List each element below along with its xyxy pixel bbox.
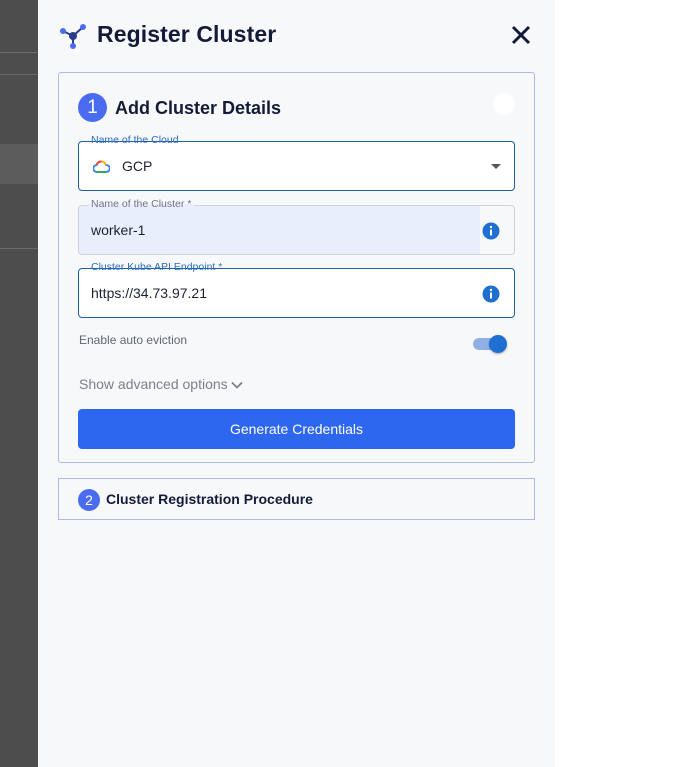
drawer-title: Register Cluster (97, 21, 277, 47)
info-icon[interactable] (482, 285, 500, 303)
step-status-indicator (493, 93, 515, 115)
advanced-options-label: Show advanced options (79, 376, 228, 392)
auto-eviction-label: Enable auto eviction (79, 333, 188, 347)
drawer-header: Register Cluster (38, 0, 555, 72)
backdrop-divider (0, 52, 38, 53)
backdrop-selected-row (0, 144, 38, 184)
cluster-name-field[interactable]: Name of the Cluster * worker-1 (78, 198, 515, 255)
gcp-cloud-icon (93, 160, 110, 173)
api-endpoint-field[interactable]: Cluster Kube API Endpoint * https://34.7… (78, 261, 515, 318)
step-add-cluster-details: 1 Add Cluster Details Name of the Cloud … (58, 72, 535, 463)
backdrop-divider (0, 74, 38, 75)
toggle-knob[interactable] (489, 335, 507, 353)
cluster-logo-icon (60, 24, 86, 49)
caret-down-icon[interactable] (491, 164, 501, 169)
info-icon[interactable] (482, 222, 500, 240)
api-endpoint-label: Cluster Kube API Endpoint * (88, 261, 226, 273)
cluster-name-label: Name of the Cluster * (88, 198, 195, 210)
chevron-down-icon (231, 382, 243, 390)
step-title: Add Cluster Details (115, 98, 282, 118)
step-cluster-registration-procedure[interactable]: 2 Cluster Registration Procedure (58, 478, 535, 520)
cluster-name-value[interactable]: worker-1 (91, 222, 145, 238)
step-number-badge: 2 (78, 489, 100, 511)
cloud-select-label: Name of the Cloud (88, 134, 182, 146)
step-title: Cluster Registration Procedure (106, 491, 313, 507)
show-advanced-options[interactable]: Show advanced options (79, 376, 243, 392)
register-cluster-drawer: Register Cluster 1 Add Cluster Details N… (38, 0, 555, 767)
cloud-select[interactable]: Name of the Cloud GCP (78, 134, 515, 191)
cloud-select-value: GCP (122, 158, 153, 174)
api-endpoint-value[interactable]: https://34.73.97.21 (91, 285, 207, 301)
page-backdrop (0, 0, 38, 767)
generate-credentials-button[interactable]: Generate Credentials (78, 409, 515, 449)
backdrop-divider (0, 248, 38, 249)
step-number-badge: 1 (78, 93, 107, 122)
auto-eviction-toggle[interactable] (473, 335, 507, 353)
close-icon[interactable] (508, 22, 534, 48)
